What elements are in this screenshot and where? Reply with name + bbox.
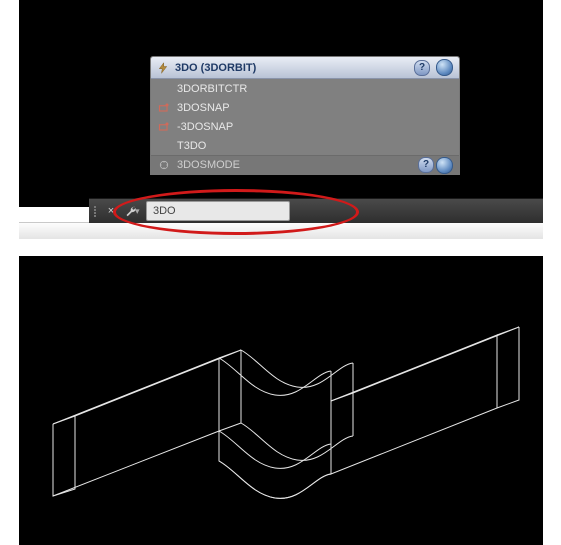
autocomplete-header: 3DO (3DORBIT) ? xyxy=(151,57,459,79)
chevron-down-icon[interactable]: ▾ xyxy=(135,206,140,217)
grip-handle[interactable] xyxy=(91,206,99,217)
autocomplete-item-label: 3DOSNAP xyxy=(177,102,230,114)
autocomplete-item[interactable]: T3DO xyxy=(151,136,459,155)
autocomplete-item[interactable]: -3DOSNAP xyxy=(151,117,459,136)
command-input-text: 3DO xyxy=(153,205,176,217)
autocomplete-item[interactable]: 3DORBITCTR xyxy=(151,79,459,98)
screenshot-3d-result xyxy=(19,256,543,545)
command-line-bar: × ▾ 3DO xyxy=(89,198,543,223)
osnap-icon xyxy=(157,121,171,133)
autocomplete-item-label: T3DO xyxy=(177,140,206,152)
autocomplete-item-label: 3DOSMODE xyxy=(177,159,240,171)
internet-help-icon[interactable] xyxy=(436,59,453,76)
close-icon[interactable]: × xyxy=(102,202,120,220)
drawing-viewport-top[interactable]: 3DO (3DORBIT) ? 3DORBITCTR 3DOSNAP xyxy=(19,0,543,207)
autocomplete-list: 3DORBITCTR 3DOSNAP -3DOSNAP xyxy=(151,79,459,174)
help-icon[interactable]: ? xyxy=(414,60,430,76)
autocomplete-header-text: 3DO (3DORBIT) xyxy=(175,62,408,74)
status-strip xyxy=(19,222,543,239)
drawing-viewport-bottom[interactable] xyxy=(19,256,543,545)
autocomplete-item-label: 3DORBITCTR xyxy=(177,83,247,95)
internet-help-icon[interactable] xyxy=(436,157,453,174)
autocomplete-item-more[interactable]: 3DOSMODE ? xyxy=(151,155,459,174)
wireframe-3d-model xyxy=(19,256,543,545)
autocomplete-item-label: -3DOSNAP xyxy=(177,121,233,133)
sysvar-icon xyxy=(157,159,171,171)
help-icon[interactable]: ? xyxy=(418,157,434,173)
command-autocomplete-popup: 3DO (3DORBIT) ? 3DORBITCTR 3DOSNAP xyxy=(150,56,460,175)
screenshot-command-autocomplete: 3DO (3DORBIT) ? 3DORBITCTR 3DOSNAP xyxy=(19,0,543,240)
command-input[interactable]: ▾ 3DO xyxy=(146,201,290,221)
autocomplete-item[interactable]: 3DOSNAP xyxy=(151,98,459,117)
bolt-icon xyxy=(157,62,169,74)
osnap-icon xyxy=(157,102,171,114)
